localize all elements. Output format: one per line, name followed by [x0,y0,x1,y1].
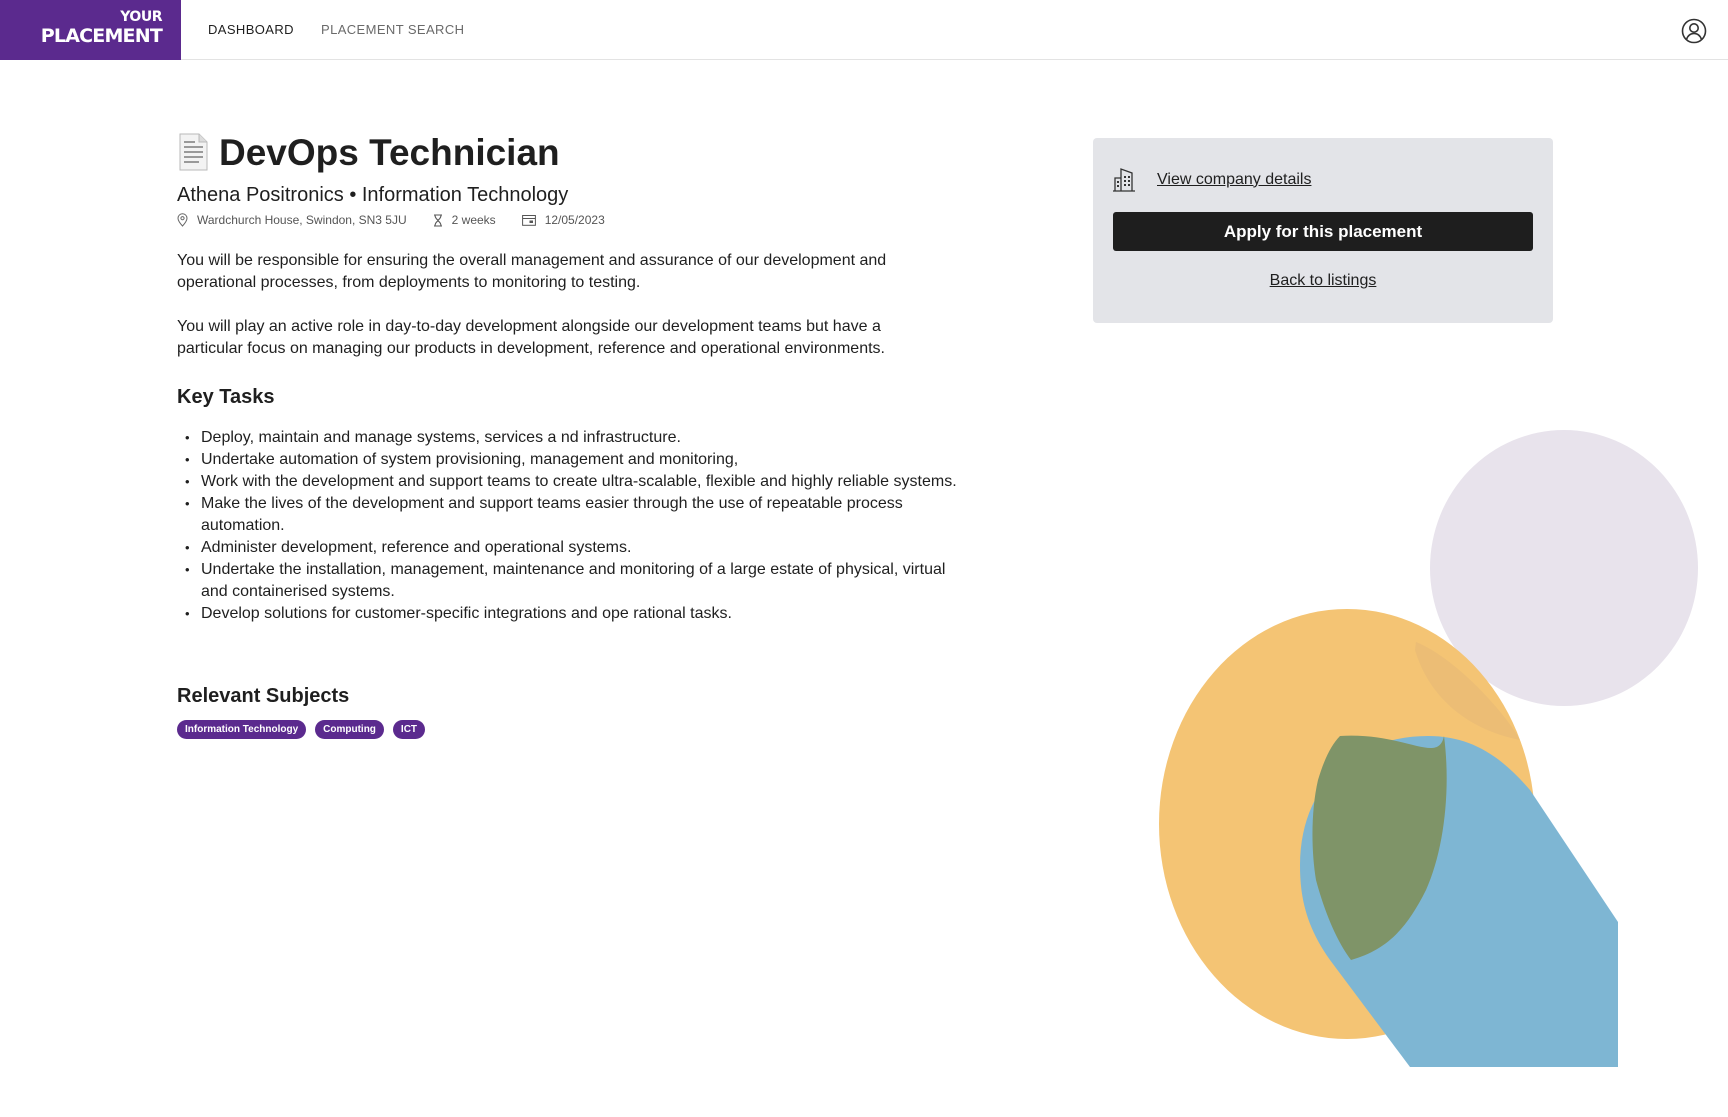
location-text: Wardchurch House, Swindon, SN3 5JU [197,213,407,227]
location-pin-icon [177,213,188,227]
user-circle-icon[interactable] [1681,18,1707,44]
hourglass-icon [433,213,442,227]
building-icon [1113,168,1135,192]
document-icon [179,133,208,171]
subject-tag[interactable]: ICT [392,720,426,739]
view-company-details-link[interactable]: View company details [1157,171,1311,189]
logo-text-main: PLACEMENT [40,25,163,47]
list-item: Administer development, reference and op… [177,537,967,559]
subject-tag[interactable]: Information Technology [177,720,307,739]
list-item: Undertake the installation, management, … [177,559,967,603]
start-date-meta: 12/05/2023 [521,213,605,227]
start-date-text: 12/05/2023 [544,213,605,227]
duration-text: 2 weeks [451,213,496,227]
list-item: Make the lives of the development and su… [177,493,967,537]
subject-tags: Information Technology Computing ICT [177,720,957,739]
placement-details: DevOps Technician Athena Positronics • I… [177,125,957,739]
placement-meta: Wardchurch House, Swindon, SN3 5JU 2 wee… [177,212,957,228]
back-to-listings-link[interactable]: Back to listings [1093,272,1553,290]
calendar-icon [521,215,536,226]
nav-placement-search[interactable]: PLACEMENT SEARCH [321,22,464,37]
title-row: DevOps Technician [177,125,957,179]
duration-meta: 2 weeks [433,213,496,227]
subject-tag[interactable]: Computing [315,720,384,739]
list-item: Work with the development and support te… [177,471,967,493]
list-item: Develop solutions for customer-specific … [177,603,967,625]
nav-dashboard[interactable]: DASHBOARD [208,22,294,37]
placement-actions-panel: View company details Apply for this plac… [1093,138,1553,323]
apply-for-placement-button[interactable]: Apply for this placement [1113,212,1533,251]
company-and-sector: Athena Positronics • Information Technol… [177,184,569,206]
key-tasks-heading: Key Tasks [177,386,275,408]
description-paragraph: You will be responsible for ensuring the… [177,252,887,291]
page-title: DevOps Technician [219,131,560,173]
decorative-shapes [1159,430,1698,1067]
logo-text-top: YOUR [120,9,162,25]
your-placement-logo[interactable]: YOUR PLACEMENT [0,0,181,60]
list-item: Undertake automation of system provision… [177,449,967,471]
description-paragraph: You will play an active role in day-to-d… [177,318,885,357]
company-details-row: View company details [1112,167,1311,192]
location-meta: Wardchurch House, Swindon, SN3 5JU [177,213,407,227]
relevant-subjects-heading: Relevant Subjects [177,685,350,707]
top-navigation-bar: YOUR PLACEMENT DASHBOARD PLACEMENT SEARC… [0,0,1728,60]
list-item: Deploy, maintain and manage systems, ser… [177,427,967,449]
key-tasks-list: Deploy, maintain and manage systems, ser… [177,427,957,625]
